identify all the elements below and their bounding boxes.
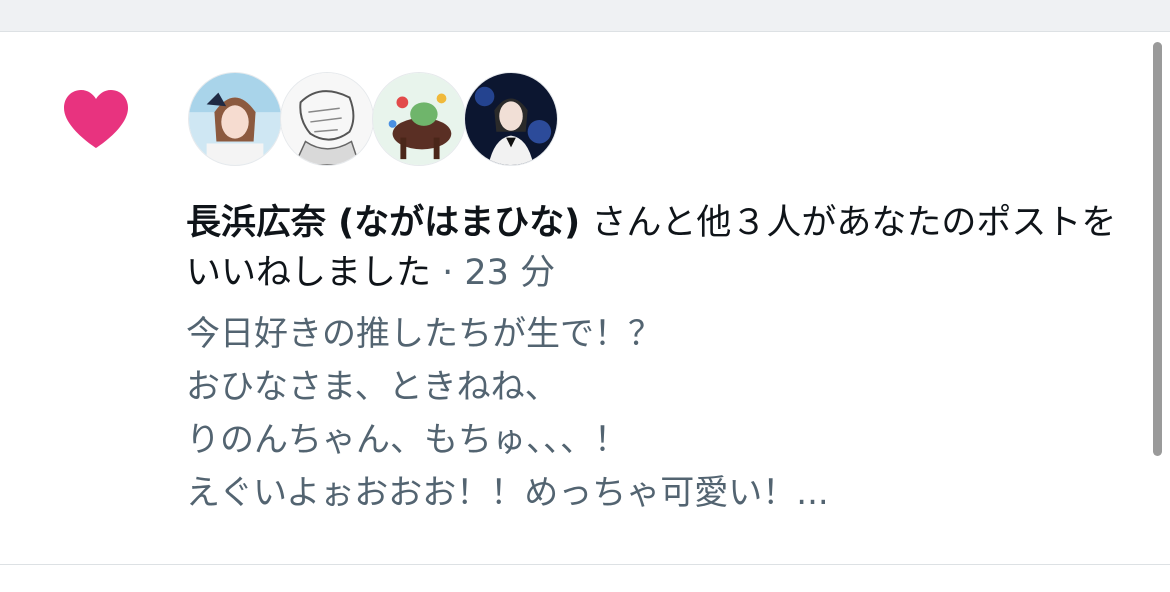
notification-text[interactable]: 長浜広奈 (ながはまひな) さんと他３人があなたのポストをいいねしました · 2… (186, 198, 1136, 520)
avatar[interactable] (464, 72, 558, 166)
post-preview[interactable]: 今日好きの推したちが生で！？ おひなさま、ときねね、 りのんちゃん、もちゅ、、、… (186, 298, 1136, 520)
heart-icon (62, 88, 130, 150)
top-divider (0, 0, 1170, 32)
bottom-divider (0, 564, 1170, 592)
timestamp: 23 分 (464, 253, 556, 293)
preview-line: えぐいよぉおおお！！めっちゃ可愛い！... (186, 473, 829, 513)
preview-line: おひなさま、ときねね、 (186, 367, 559, 407)
notification-headline: 長浜広奈 (ながはまひな) さんと他３人があなたのポストをいいねしました · 2… (186, 198, 1136, 298)
separator: · (431, 253, 465, 293)
preview-line: りのんちゃん、もちゅ、、、！ (186, 420, 628, 460)
user-name[interactable]: 長浜広奈 (ながはまひな) (186, 203, 580, 243)
scrollbar[interactable] (1153, 42, 1162, 456)
avatar[interactable] (372, 72, 466, 166)
avatar[interactable] (280, 72, 374, 166)
avatar[interactable] (188, 72, 282, 166)
preview-line: 今日好きの推したちが生で！？ (186, 314, 662, 354)
